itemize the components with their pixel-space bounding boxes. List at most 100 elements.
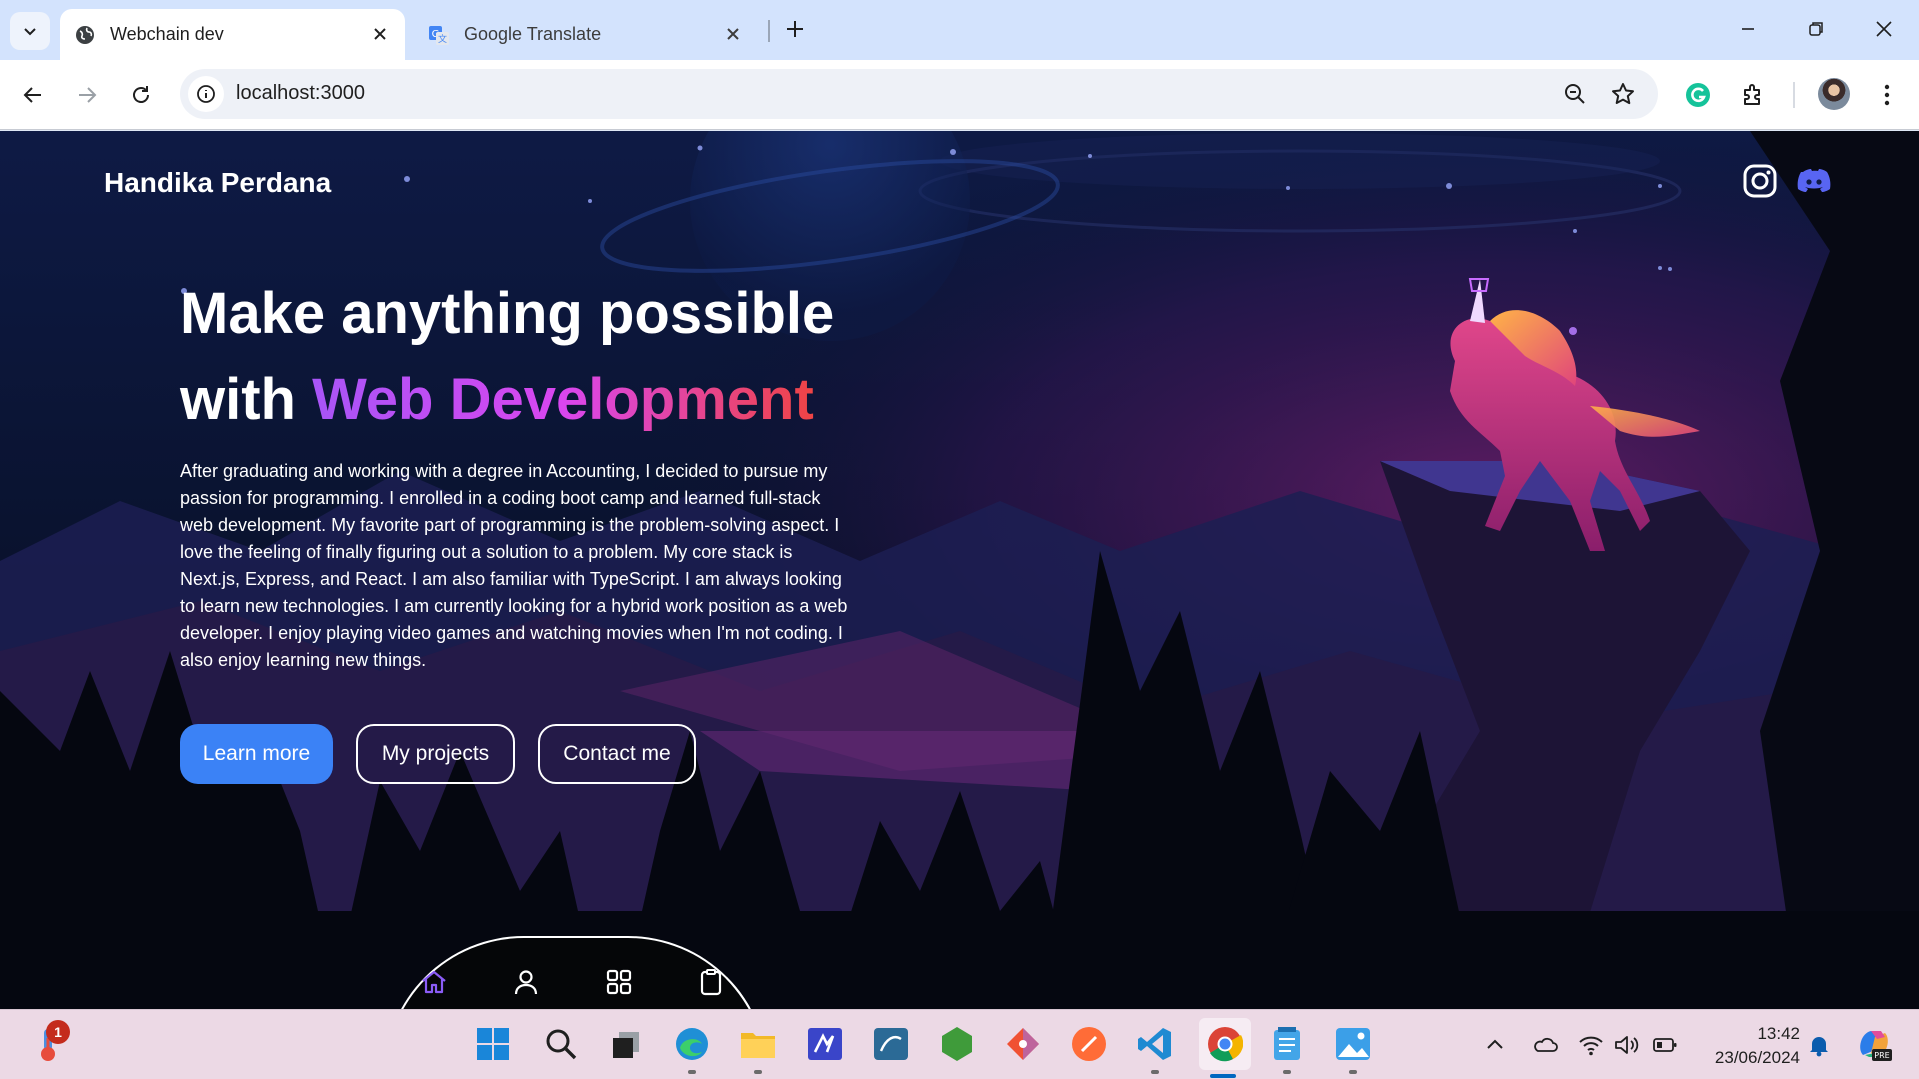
search-button[interactable] <box>541 1024 581 1064</box>
hero-title-prefix: with <box>180 367 313 432</box>
browser-toolbar: localhost:3000 <box>0 60 1919 130</box>
close-icon[interactable] <box>722 23 744 45</box>
minimize-icon <box>1742 28 1754 30</box>
notepad-app[interactable] <box>1267 1024 1307 1064</box>
folder-icon <box>741 1033 775 1058</box>
tab-google-translate[interactable]: G文 Google Translate <box>418 9 758 60</box>
app-running-indicator <box>754 1070 762 1074</box>
hero-title-line2: with Web Development <box>180 357 940 443</box>
info-icon <box>197 85 215 103</box>
windows-taskbar: 13:42 23/06/2024 PRE <box>0 1009 1919 1079</box>
system-clock[interactable]: 13:42 23/06/2024 <box>1695 1022 1800 1070</box>
new-tab-button[interactable] <box>780 14 810 44</box>
kebab-menu-icon <box>1884 84 1890 106</box>
vmware-app[interactable] <box>805 1024 845 1064</box>
windows-logo-icon <box>477 1028 509 1060</box>
chrome-icon <box>1208 1027 1243 1062</box>
start-button[interactable] <box>473 1024 513 1064</box>
tab-title: Webchain dev <box>110 24 224 44</box>
instagram-icon[interactable] <box>1742 163 1778 199</box>
tab-webchain-dev[interactable]: Webchain dev <box>60 9 405 60</box>
discord-icon[interactable] <box>1796 163 1832 199</box>
restore-icon <box>1809 22 1823 36</box>
browser-menu-button[interactable] <box>1872 80 1902 110</box>
hero-title: Make anything possible with Web Developm… <box>180 271 940 443</box>
zoom-icon[interactable] <box>1562 81 1588 107</box>
vscode-app[interactable] <box>1135 1024 1175 1064</box>
git-app[interactable] <box>1003 1024 1043 1064</box>
app-running-indicator <box>1151 1070 1159 1074</box>
task-view-icon <box>613 1032 639 1058</box>
nodejs-app[interactable] <box>937 1024 977 1064</box>
search-icon <box>546 1029 577 1060</box>
photos-app[interactable] <box>1333 1024 1373 1064</box>
clipboard-icon[interactable] <box>696 967 726 997</box>
extensions-button[interactable] <box>1738 80 1768 110</box>
notification-count-badge: 1 <box>46 1020 70 1044</box>
grid-icon[interactable] <box>604 967 634 997</box>
browser-tab-bar: Webchain dev G文 Google Translate <box>0 0 1919 60</box>
chrome-app[interactable] <box>1199 1018 1251 1070</box>
user-icon[interactable] <box>511 967 541 997</box>
reload-button[interactable] <box>123 77 159 113</box>
edge-app[interactable] <box>672 1024 712 1064</box>
my-projects-button[interactable]: My projects <box>356 724 515 784</box>
tab-search-button[interactable] <box>10 12 50 50</box>
tab-title: Google Translate <box>464 24 602 44</box>
git-icon <box>1007 1028 1039 1060</box>
notepad-icon <box>1274 1027 1300 1060</box>
copilot-button[interactable]: PRE <box>1854 1024 1894 1064</box>
close-window-button[interactable] <box>1869 14 1899 44</box>
google-translate-icon: G文 <box>429 25 449 45</box>
back-button[interactable] <box>15 77 51 113</box>
postman-app[interactable] <box>1069 1024 1109 1064</box>
postman-icon <box>1072 1027 1106 1061</box>
forward-button[interactable] <box>69 77 105 113</box>
chevron-up-icon[interactable] <box>1482 1032 1508 1058</box>
task-view-button[interactable] <box>606 1024 646 1064</box>
learn-more-button[interactable]: Learn more <box>180 724 333 784</box>
close-icon[interactable] <box>369 23 391 45</box>
app-running-indicator <box>688 1070 696 1074</box>
clock-time: 13:42 <box>1757 1024 1800 1043</box>
mysql-workbench-app[interactable] <box>871 1024 911 1064</box>
reload-icon <box>133 86 149 103</box>
brand-name[interactable]: Handika Perdana <box>104 167 331 199</box>
close-icon <box>1876 21 1892 37</box>
restore-button[interactable] <box>1801 14 1831 44</box>
puzzle-icon <box>1744 84 1760 105</box>
wifi-icon[interactable] <box>1578 1032 1604 1058</box>
grammarly-extension-button[interactable] <box>1683 80 1713 110</box>
plus-icon <box>787 21 803 37</box>
app-running-indicator <box>1283 1070 1291 1074</box>
svg-text:文: 文 <box>438 33 447 45</box>
url-text[interactable]: localhost:3000 <box>236 82 365 105</box>
arrow-left-icon <box>23 87 41 103</box>
active-app-indicator <box>1210 1074 1236 1078</box>
copilot-icon: PRE <box>1860 1031 1892 1061</box>
arrow-right-icon <box>79 87 97 103</box>
contact-me-button[interactable]: Contact me <box>538 724 696 784</box>
site-info-button[interactable] <box>188 76 224 112</box>
hexagon-icon <box>942 1027 972 1061</box>
volume-icon[interactable] <box>1613 1032 1639 1058</box>
minimize-button[interactable] <box>1733 14 1763 44</box>
globe-icon <box>76 25 94 44</box>
grammarly-icon <box>1686 83 1710 107</box>
file-explorer-app[interactable] <box>738 1024 778 1064</box>
notification-bell-icon[interactable] <box>1806 1032 1832 1058</box>
hero-highlight: Web Development <box>312 367 814 432</box>
onedrive-icon[interactable] <box>1532 1032 1558 1058</box>
home-icon[interactable] <box>419 967 449 997</box>
profile-avatar[interactable] <box>1818 78 1850 110</box>
vscode-icon <box>1138 1028 1171 1060</box>
clock-date: 23/06/2024 <box>1714 1048 1800 1067</box>
database-icon <box>874 1028 908 1060</box>
star-icon[interactable] <box>1610 81 1636 107</box>
toolbar-divider <box>1793 82 1795 108</box>
battery-icon[interactable] <box>1652 1032 1678 1058</box>
address-bar[interactable]: localhost:3000 <box>180 69 1658 119</box>
hero-title-line1: Make anything possible <box>180 281 835 346</box>
app-running-indicator <box>1349 1070 1357 1074</box>
edge-icon <box>676 1028 708 1060</box>
